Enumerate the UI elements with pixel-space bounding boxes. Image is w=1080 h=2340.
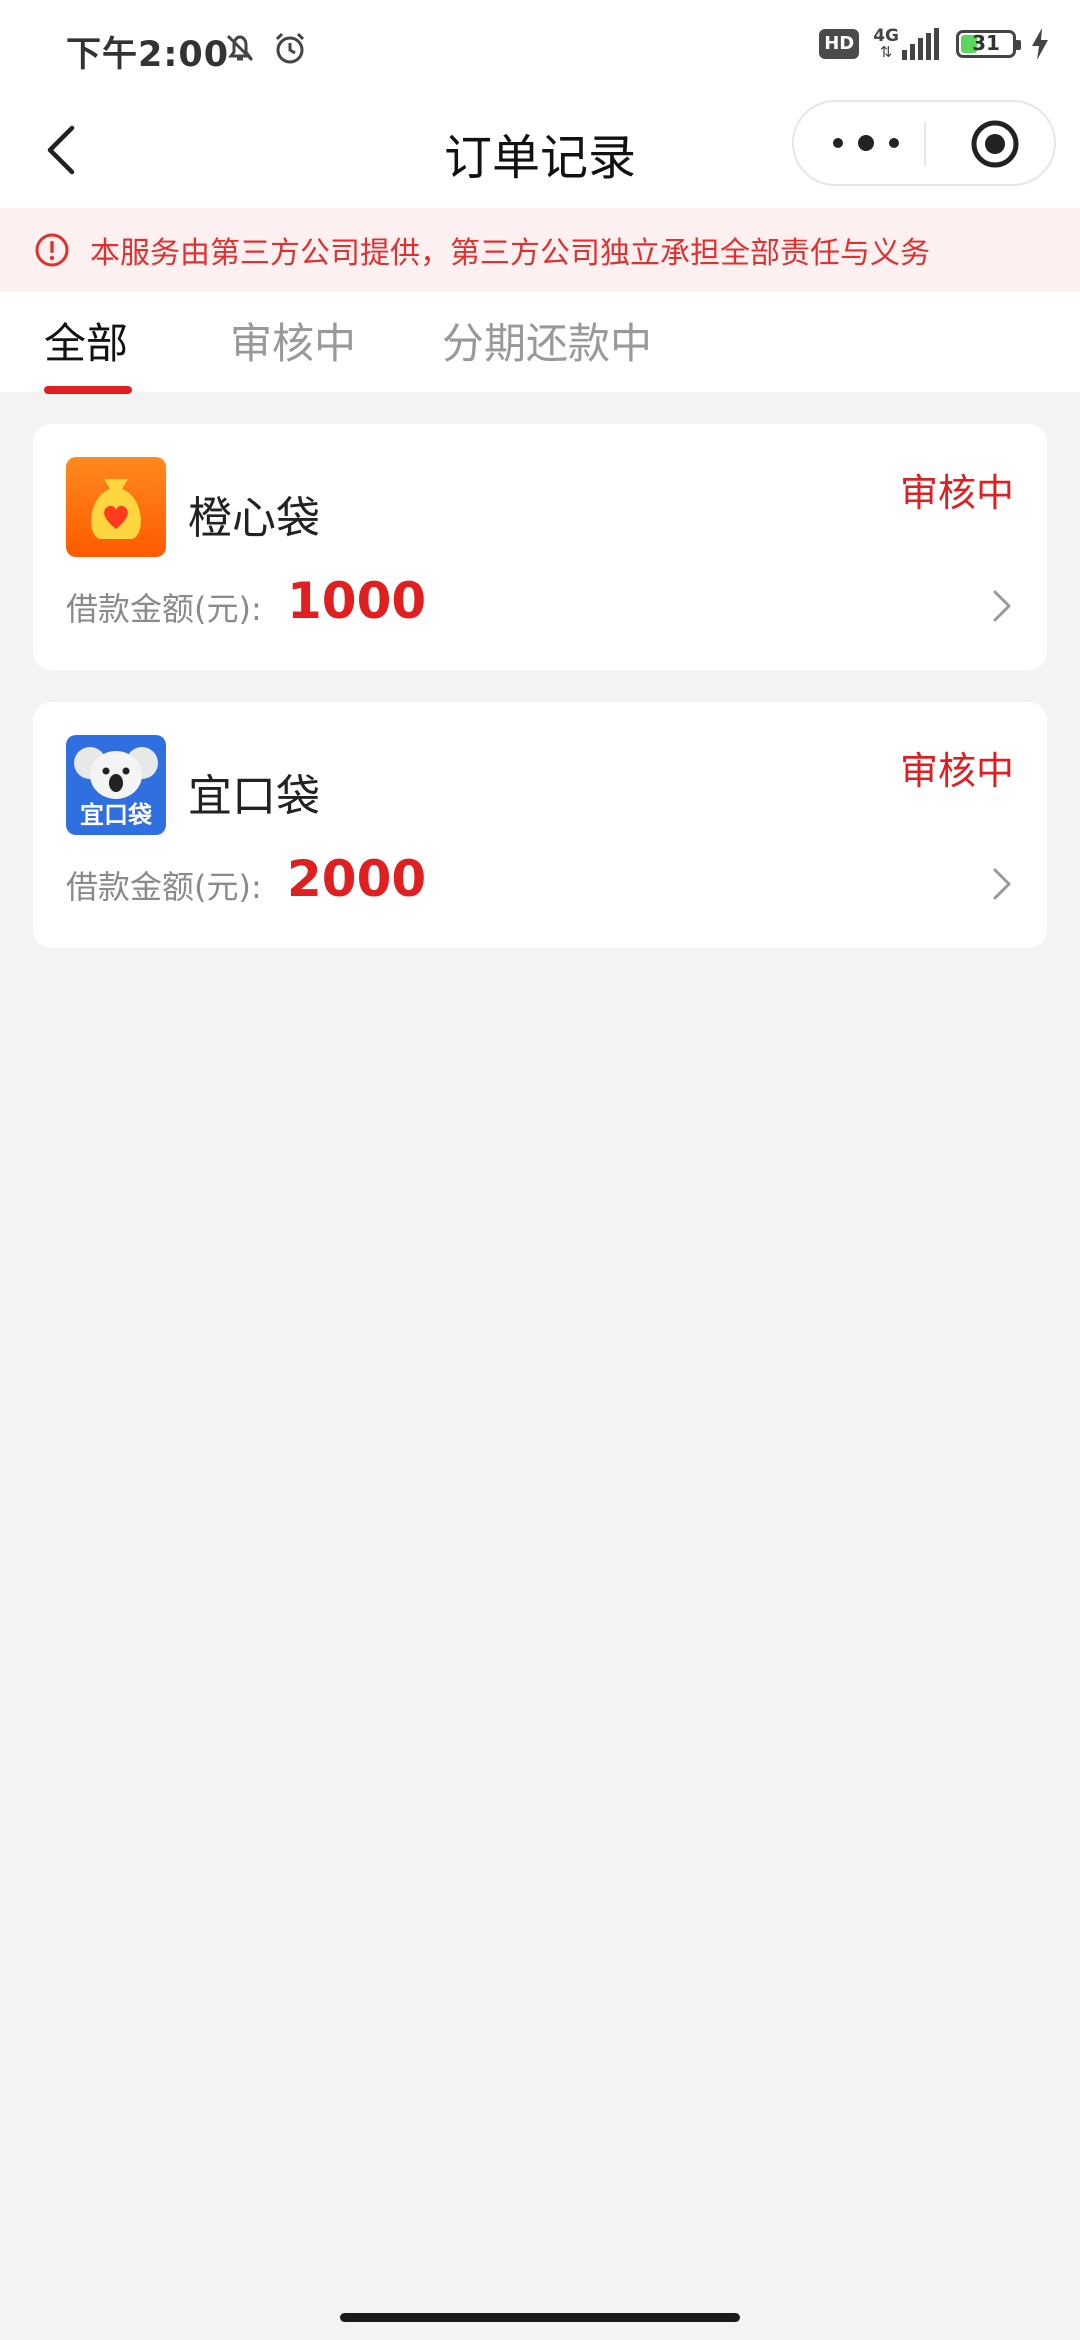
koala-icon: 宜口袋 [66,735,166,835]
tab-all[interactable]: 全部 [44,310,128,371]
alarm-clock-icon [272,30,308,70]
order-card[interactable]: 橙心袋 审核中 借款金额(元): 1000 [33,424,1047,670]
money-bag-heart-icon [66,457,166,557]
amount-value: 1000 [287,572,427,630]
amount-label: 借款金额(元): [66,590,262,628]
hd-badge: HD [819,29,860,59]
battery-icon: 31 [956,30,1021,58]
more-dots-icon[interactable] [824,121,908,165]
notice-bar: 本服务由第三方公司提供，第三方公司独立承担全部责任与义务 [0,208,1080,292]
order-card[interactable]: 宜口袋 宜口袋 审核中 借款金额(元): 2000 [33,702,1047,948]
koala-logo-text: 宜口袋 [80,801,153,829]
mini-program-capsule [792,100,1056,186]
status-bar: 下午2:00 HD 4G ⇅ 31 [0,0,1080,96]
signal-group: 4G ⇅ [873,28,942,60]
chevron-right-icon [993,590,1011,622]
order-list: 橙心袋 审核中 借款金额(元): 1000 宜口袋 宜口袋 审核中 借款金额(元… [0,392,1080,948]
top-area: 下午2:00 HD 4G ⇅ 31 订单记录 本服务由第三方公司提供，第三方公司… [0,0,1080,394]
order-name: 橙心袋 [188,493,320,544]
tab-bar: 全部 审核中 分期还款中 [0,292,1080,394]
signal-icon [902,28,939,60]
mute-bell-icon [222,30,258,70]
battery-level: 31 [972,31,1000,55]
amount-value: 2000 [287,850,427,908]
nav-bar: 订单记录 [0,96,1080,208]
tab-reviewing[interactable]: 审核中 [230,310,356,371]
tab-installment[interactable]: 分期还款中 [442,310,652,371]
home-indicator[interactable] [340,2313,740,2322]
charging-icon [1032,28,1048,60]
status-time: 下午2:00 [66,35,230,75]
close-target-icon[interactable] [970,119,1020,169]
order-name: 宜口袋 [188,771,320,822]
chevron-right-icon [993,868,1011,900]
notice-text: 本服务由第三方公司提供，第三方公司独立承担全部责任与义务 [90,236,930,271]
amount-label: 借款金额(元): [66,868,262,906]
order-status: 审核中 [899,749,1014,793]
order-status: 审核中 [899,471,1014,515]
status-right-group: HD 4G ⇅ 31 [819,28,1050,60]
tab-active-indicator [44,386,132,394]
alert-icon [35,233,69,267]
